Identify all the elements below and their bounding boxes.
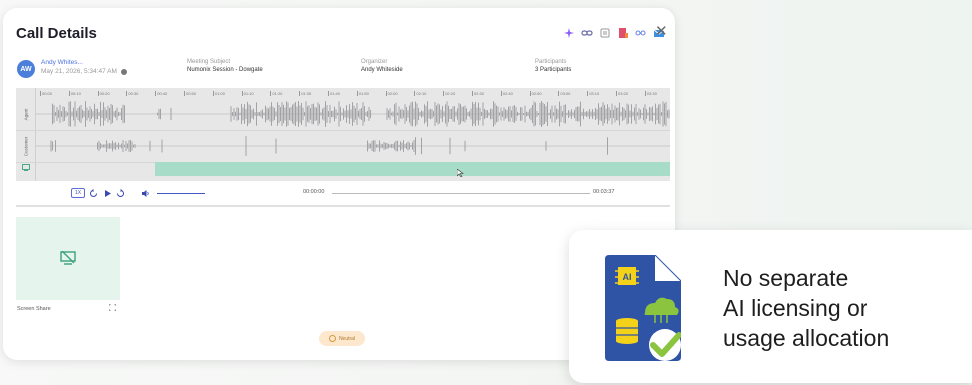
toolbar — [563, 25, 665, 41]
screen-share-track-icon — [22, 164, 30, 171]
timeline-tick: 00:40 — [155, 91, 168, 96]
organizer-label: Organizer — [361, 59, 388, 65]
organizer: Organizer Andy Whiteside — [361, 59, 403, 73]
participants-value[interactable]: 3 Participants — [535, 67, 571, 73]
screen-share-label: Screen Share — [17, 306, 51, 312]
volume-slider[interactable] — [157, 193, 205, 194]
bookmark-icon[interactable] — [617, 27, 629, 39]
meeting-subject: Meeting Subject Numonix Session - Dowgat… — [187, 59, 263, 73]
user-name[interactable]: Andy Whites... — [41, 59, 83, 66]
timeline-tick: 02:10 — [414, 91, 427, 96]
transcript-icon[interactable] — [599, 27, 611, 39]
divider — [16, 205, 670, 207]
feature-card: AI No separate AI licensing or usage all… — [569, 230, 972, 383]
organizer-value: Andy Whiteside — [361, 67, 403, 73]
timeline-tick: 03:10 — [587, 91, 600, 96]
screen-off-icon — [60, 251, 76, 265]
timeline-tick: 01:50 — [356, 91, 369, 96]
sentiment-label: Neutral — [338, 335, 356, 342]
customer-waveform[interactable] — [36, 130, 670, 162]
timeline-tick: 02:40 — [500, 91, 513, 96]
avatar: AW — [17, 60, 35, 78]
volume-icon[interactable] — [141, 189, 150, 198]
customer-track-label: Customer — [23, 136, 29, 156]
waveform-area[interactable]: 00:00 00:10 00:20 00:30 00:40 00:50 01:00 01:10… — [16, 88, 670, 181]
participants-label: Participants — [535, 59, 567, 65]
timeline-tick: 01:20 — [270, 91, 283, 96]
timeline-tick: 00:20 — [97, 91, 110, 96]
page-title: Call Details — [16, 25, 97, 42]
forward-icon[interactable] — [116, 189, 125, 198]
screen-share-segment[interactable] — [155, 162, 670, 176]
timeline-ruler: 00:00 00:10 00:20 00:30 00:40 00:50 01:00 01:10… — [36, 88, 670, 98]
expand-icon[interactable] — [109, 304, 116, 311]
playback-speed-button[interactable]: 1X — [71, 188, 85, 198]
card-line: AI licensing or — [723, 295, 868, 321]
agent-track-label: Agent — [23, 108, 29, 120]
link-icon[interactable] — [581, 27, 593, 39]
timeline-tick: 00:50 — [183, 91, 197, 96]
timeline-tick: 03:30 — [644, 91, 657, 96]
close-icon[interactable]: ✕ — [655, 24, 668, 40]
timeline-tick: 02:30 — [471, 91, 485, 96]
rewind-icon[interactable] — [89, 189, 98, 198]
ai-document-icon: AI — [605, 255, 681, 361]
meeting-subject-label: Meeting Subject — [187, 59, 231, 65]
card-line: No separate — [723, 265, 849, 291]
screen-share-thumbnail[interactable] — [16, 217, 120, 300]
timeline-tick: 02:20 — [443, 91, 456, 96]
timeline-tick: 03:00 — [558, 91, 571, 96]
timeline-tick: 02:00 — [385, 91, 398, 96]
share-icon[interactable] — [635, 27, 647, 39]
meeting-subject-value: Numonix Session - Dowgate — [187, 67, 263, 73]
timeline-tick: 03:20 — [615, 91, 629, 96]
card-line: usage allocation — [723, 325, 890, 351]
timeline-tick: 01:00 — [212, 91, 225, 96]
timeline-tick: 00:00 — [39, 91, 53, 96]
sparkle-icon[interactable] — [563, 27, 575, 39]
sentiment-badge[interactable]: Neutral — [319, 331, 365, 346]
play-icon[interactable] — [103, 189, 112, 198]
timeline-tick: 02:50 — [529, 91, 542, 96]
agent-waveform[interactable] — [36, 98, 670, 130]
current-time: 00:00:00 — [303, 189, 325, 195]
call-date: May 21, 2026, 5:34:47 AM — [41, 68, 127, 75]
neutral-face-icon — [328, 335, 336, 342]
info-icon[interactable] — [120, 68, 127, 75]
timeline-tick: 00:30 — [126, 91, 139, 96]
participants: Participants 3 Participants — [535, 59, 571, 73]
seek-bar[interactable] — [332, 192, 590, 194]
call-date-text: May 21, 2026, 5:34:47 AM — [41, 68, 117, 75]
player-controls: 1X 00:00:00 00:03:37 — [16, 181, 670, 205]
timeline-tick: 01:10 — [241, 91, 254, 96]
total-time: 00:03:37 — [593, 189, 615, 195]
timeline-tick: 01:30 — [299, 91, 312, 96]
card-text: No separate AI licensing or usage alloca… — [723, 263, 963, 353]
mouse-cursor-icon — [457, 169, 464, 177]
svg-text:AI: AI — [623, 272, 632, 282]
timeline-tick: 00:10 — [68, 91, 81, 96]
timeline-tick: 01:40 — [327, 91, 341, 96]
